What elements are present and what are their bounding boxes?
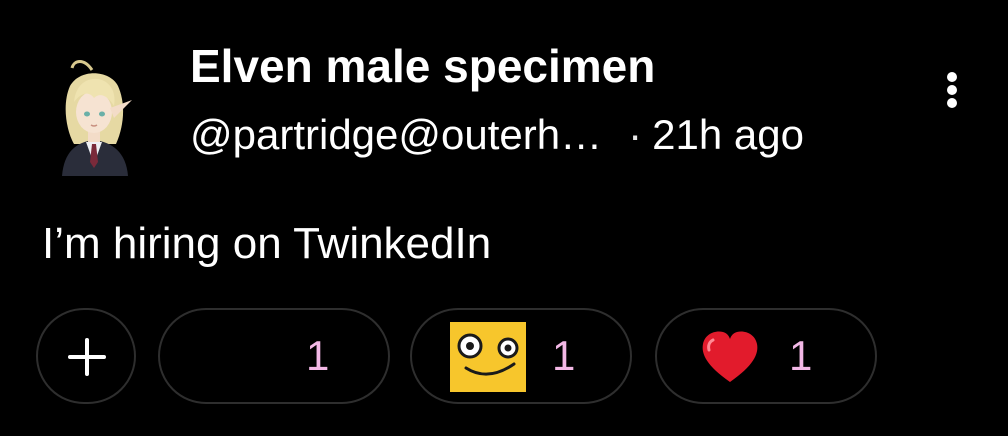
post-timestamp[interactable]: 21h ago [652,111,804,158]
more-options-button[interactable] [930,68,974,112]
reaction-red-heart-button[interactable]: 1 [655,308,877,404]
author-meta-row: @partridge@outerh… · 21h ago [190,110,804,160]
author-handle[interactable]: @partridge@outerh… [190,111,602,158]
red-heart-icon [702,331,758,382]
meta-separator: · [628,111,643,158]
reaction-face-emoji-button[interactable]: 1 [410,308,632,404]
post-body-text: I’m hiring on TwinkedIn [42,219,492,268]
face-emoji-icon [450,322,526,392]
add-reaction-button[interactable] [36,308,136,404]
reaction-count: 1 [306,332,330,379]
reaction-count: 1 [552,332,576,379]
reaction-custom-emoji-button[interactable]: 1 [158,308,390,404]
author-display-name[interactable]: Elven male specimen [190,40,655,92]
post-card: Elven male specimen @partridge@outerh… · 2… [0,0,1008,436]
avatar[interactable] [48,52,140,176]
elf-avatar-icon [62,60,132,176]
reaction-count: 1 [789,332,813,379]
